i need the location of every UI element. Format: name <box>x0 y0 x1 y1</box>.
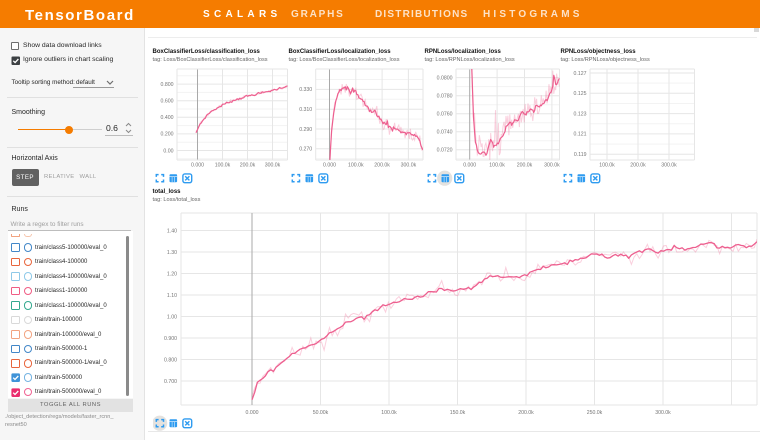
svg-text:0.0780: 0.0780 <box>437 94 453 100</box>
svg-text:1.30: 1.30 <box>167 250 177 256</box>
svg-text:0.000: 0.000 <box>191 163 204 169</box>
svg-text:0.0800: 0.0800 <box>437 75 453 81</box>
svg-text:1.20: 1.20 <box>167 271 177 277</box>
svg-text:300.0k: 300.0k <box>401 163 417 169</box>
svg-text:250.0k: 250.0k <box>587 410 603 416</box>
svg-text:0.127: 0.127 <box>574 71 587 77</box>
svg-text:1.10: 1.10 <box>167 293 177 299</box>
svg-text:200.0k: 200.0k <box>374 163 390 169</box>
svg-text:0.290: 0.290 <box>299 127 312 133</box>
svg-text:200.0k: 200.0k <box>517 163 533 169</box>
svg-text:100.0k: 100.0k <box>215 163 231 169</box>
svg-text:200.0k: 200.0k <box>518 410 534 416</box>
svg-text:1.00: 1.00 <box>167 314 177 320</box>
svg-text:100.0k: 100.0k <box>381 410 397 416</box>
svg-text:100.0k: 100.0k <box>489 163 505 169</box>
svg-text:100.0k: 100.0k <box>599 163 615 169</box>
svg-text:0.000: 0.000 <box>246 410 259 416</box>
svg-text:0.900: 0.900 <box>164 336 177 342</box>
svg-text:0.800: 0.800 <box>164 357 177 363</box>
svg-text:0.200: 0.200 <box>161 132 174 138</box>
svg-text:0.330: 0.330 <box>299 87 312 93</box>
svg-text:200.0k: 200.0k <box>240 163 256 169</box>
svg-text:0.800: 0.800 <box>161 82 174 88</box>
svg-text:0.00: 0.00 <box>163 148 173 154</box>
svg-text:0.270: 0.270 <box>299 147 312 153</box>
svg-text:0.310: 0.310 <box>299 107 312 113</box>
svg-text:0.0760: 0.0760 <box>437 112 453 118</box>
svg-text:0.0720: 0.0720 <box>437 148 453 154</box>
svg-text:50.00k: 50.00k <box>313 410 329 416</box>
svg-text:200.0k: 200.0k <box>630 163 646 169</box>
svg-text:0.123: 0.123 <box>574 111 587 117</box>
svg-text:0.400: 0.400 <box>161 115 174 121</box>
svg-text:0.0740: 0.0740 <box>437 130 453 136</box>
svg-text:0.125: 0.125 <box>574 91 587 97</box>
svg-text:0.600: 0.600 <box>161 99 174 105</box>
svg-text:1.40: 1.40 <box>167 228 177 234</box>
svg-text:300.0k: 300.0k <box>265 163 281 169</box>
svg-text:0.000: 0.000 <box>463 163 476 169</box>
svg-text:150.0k: 150.0k <box>450 410 466 416</box>
svg-text:300.0k: 300.0k <box>661 163 677 169</box>
svg-text:0.119: 0.119 <box>574 152 587 158</box>
svg-text:0.000: 0.000 <box>323 163 336 169</box>
svg-text:300.0k: 300.0k <box>655 410 671 416</box>
svg-text:0.700: 0.700 <box>164 379 177 385</box>
svg-text:0.121: 0.121 <box>574 132 587 138</box>
svg-text:100.0k: 100.0k <box>348 163 364 169</box>
